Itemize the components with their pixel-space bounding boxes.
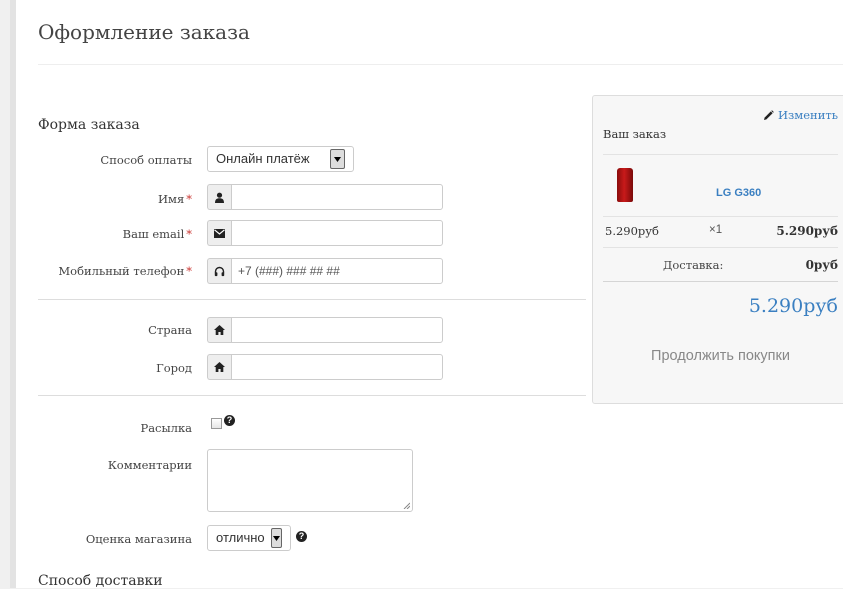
payment-select-value: Онлайн платёж	[216, 151, 310, 166]
chevron-down-icon	[270, 528, 282, 548]
checkout-page: Оформление заказа Форма заказа Способ оп…	[10, 0, 843, 589]
country-input[interactable]	[231, 317, 443, 343]
newsletter-checkbox[interactable]	[211, 418, 222, 429]
continue-shopping-button[interactable]: Продолжить покупки	[593, 348, 843, 364]
cart-heading: Ваш заказ	[603, 127, 667, 141]
payment-label: Способ оплаты	[100, 153, 192, 167]
required-mark: *	[186, 264, 192, 278]
headphones-icon	[207, 258, 231, 284]
product-name-link[interactable]: LG G360	[716, 187, 761, 199]
phone-label: Мобильный телефон *	[58, 264, 192, 278]
envelope-icon	[207, 220, 231, 246]
required-mark: *	[186, 227, 192, 241]
order-total: 5.290руб	[748, 295, 838, 317]
product-qty: ×1	[709, 224, 723, 236]
order-summary-panel: Изменить Ваш заказ LG G360 5.290руб ×1 5…	[592, 95, 843, 404]
question-circle-icon[interactable]: ?	[296, 531, 307, 542]
email-label: Ваш email *	[122, 227, 192, 241]
product-sum: 5.290руб	[776, 224, 838, 238]
country-input-group	[207, 317, 443, 343]
product-price: 5.290руб	[605, 224, 659, 238]
resize-handle-icon[interactable]	[403, 502, 410, 509]
delivery-value: 0руб	[805, 258, 838, 272]
name-label: Имя *	[158, 192, 192, 206]
email-input-group	[207, 220, 443, 246]
comments-textarea[interactable]	[207, 449, 413, 512]
country-label: Страна	[148, 323, 192, 337]
city-label: Город	[156, 361, 192, 375]
rating-label: Оценка магазина	[85, 532, 192, 546]
product-image[interactable]	[617, 168, 633, 202]
city-input[interactable]	[231, 354, 443, 380]
rating-select[interactable]: отлично	[207, 525, 291, 551]
form-divider	[38, 299, 586, 300]
name-input-group	[207, 184, 443, 210]
comments-label: Комментарии	[107, 458, 192, 472]
phone-input[interactable]: +7 (###) ### ## ##	[231, 258, 443, 284]
cart-divider	[603, 216, 838, 217]
home-icon	[207, 354, 231, 380]
home-icon	[207, 317, 231, 343]
rating-select-value: отлично	[216, 530, 265, 545]
city-input-group	[207, 354, 443, 380]
delivery-method-title: Способ доставки	[38, 573, 163, 589]
form-divider	[38, 395, 586, 396]
question-circle-icon[interactable]: ?	[224, 415, 235, 426]
cart-divider	[603, 154, 838, 155]
page-title: Оформление заказа	[38, 20, 250, 44]
user-icon	[207, 184, 231, 210]
cart-divider	[603, 281, 838, 282]
name-input[interactable]	[231, 184, 443, 210]
pencil-icon	[763, 109, 774, 120]
newsletter-label: Расылка	[140, 421, 192, 435]
title-divider	[38, 64, 843, 65]
delivery-label: Доставка:	[663, 258, 724, 272]
payment-select[interactable]: Онлайн платёж	[207, 146, 354, 172]
order-form-title: Форма заказа	[38, 117, 140, 133]
edit-order-link[interactable]: Изменить	[763, 108, 838, 122]
required-mark: *	[186, 192, 192, 206]
chevron-down-icon	[330, 149, 345, 169]
phone-input-group: +7 (###) ### ## ##	[207, 258, 443, 284]
cart-divider	[603, 247, 838, 248]
edit-label: Изменить	[777, 108, 838, 122]
email-input[interactable]	[231, 220, 443, 246]
